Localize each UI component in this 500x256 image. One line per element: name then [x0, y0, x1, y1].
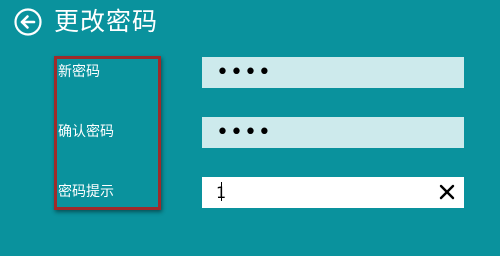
new-password-field[interactable] — [202, 57, 464, 88]
text-caret — [221, 182, 222, 201]
page-title: 更改密码 — [54, 7, 159, 36]
password-hint-field[interactable] — [202, 177, 464, 208]
confirm-password-field[interactable] — [202, 117, 464, 148]
confirm-password-label: 确认密码 — [58, 124, 114, 140]
password-hint-label: 密码提示 — [58, 184, 114, 200]
clear-hint-button[interactable] — [438, 183, 456, 201]
page-header: 更改密码 — [14, 4, 158, 40]
close-icon — [439, 184, 455, 200]
back-button[interactable] — [14, 8, 42, 36]
new-password-label: 新密码 — [58, 64, 100, 80]
change-password-page: 更改密码 新密码 确认密码 密码提示 — [0, 0, 500, 256]
arrow-left-circle-icon — [14, 8, 42, 36]
